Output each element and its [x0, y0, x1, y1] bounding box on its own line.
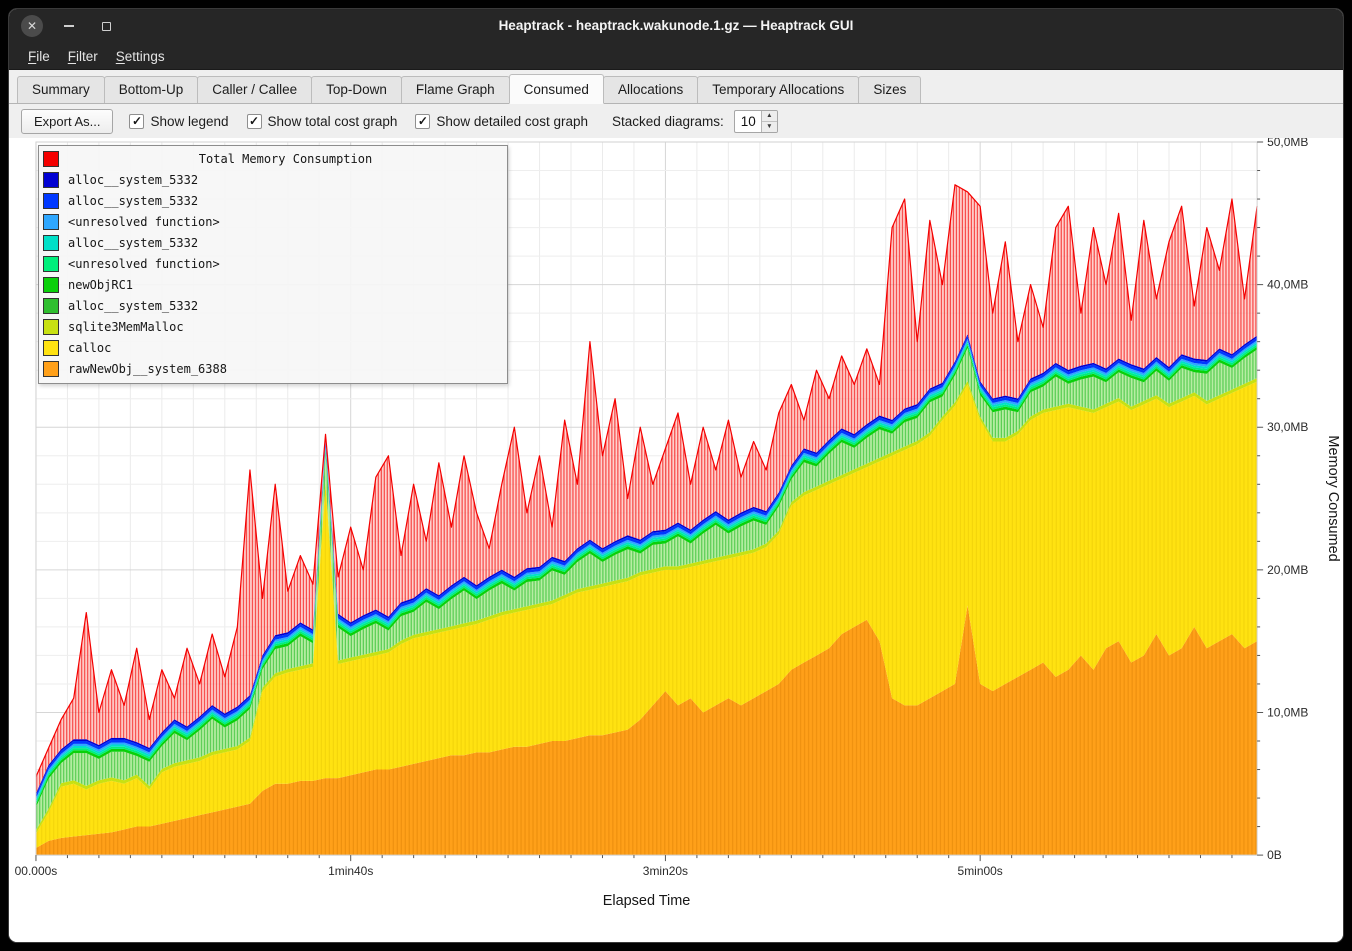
y-tick-label: 10,0MB [1267, 705, 1308, 719]
checkbox-box: ✓ [129, 114, 144, 129]
checkbox-show-detailed-cost-graph[interactable]: ✓ Show detailed cost graph [415, 114, 588, 129]
legend-swatch [43, 319, 59, 335]
menu-filter[interactable]: Filter [59, 46, 107, 67]
y-tick-label: 50,0MB [1267, 138, 1308, 149]
tab-summary[interactable]: Summary [17, 76, 105, 103]
legend-entry: calloc [43, 337, 503, 358]
stacked-diagrams-value: 10 [735, 111, 761, 132]
y-tick-label: 0B [1267, 848, 1282, 862]
x-tick-label: 00.000s [15, 864, 58, 878]
checkbox-box: ✓ [247, 114, 262, 129]
stacked-diagrams-spinbox[interactable]: 10 ▲ ▼ [734, 110, 778, 133]
tab-bar: SummaryBottom-UpCaller / CalleeTop-DownF… [9, 70, 1343, 104]
legend-entry-label: <unresolved function> [68, 215, 503, 229]
spin-up-button[interactable]: ▲ [762, 111, 777, 122]
menu-file[interactable]: File [19, 46, 59, 67]
menu-settings[interactable]: Settings [107, 46, 174, 67]
x-axis-title: Elapsed Time [603, 893, 691, 909]
x-tick-label: 3min20s [643, 864, 688, 878]
legend-entry: <unresolved function> [43, 253, 503, 274]
legend-swatch [43, 298, 59, 314]
checkbox-box: ✓ [415, 114, 430, 129]
chart-area: 00.000s 1min40s 3min20s 5min00s 0B 10,0MB 20,0… [9, 138, 1343, 942]
tab-temporary-allocations[interactable]: Temporary Allocations [697, 76, 859, 103]
legend-entry-label: alloc__system_5332 [68, 236, 503, 250]
chart-legend: Total Memory Consumption alloc__system_53… [38, 145, 508, 384]
legend-entry: sqlite3MemMalloc [43, 316, 503, 337]
legend-swatch [43, 340, 59, 356]
legend-swatch [43, 235, 59, 251]
tab-bottom-up[interactable]: Bottom-Up [104, 76, 199, 103]
legend-entry: alloc__system_5332 [43, 295, 503, 316]
legend-entry: alloc__system_5332 [43, 190, 503, 211]
tab-flame-graph[interactable]: Flame Graph [401, 76, 510, 103]
legend-entry-label: sqlite3MemMalloc [68, 320, 503, 334]
export-as-button[interactable]: Export As... [21, 109, 113, 134]
tab-sizes[interactable]: Sizes [858, 76, 921, 103]
legend-swatch [43, 256, 59, 272]
toolbar-checkboxes: ✓ Show legend ✓ Show total cost graph ✓ Show … [129, 114, 588, 129]
legend-title-row: Total Memory Consumption [43, 148, 503, 169]
checkbox-label: Show detailed cost graph [436, 114, 588, 129]
legend-entry-label: rawNewObj__system_6388 [68, 362, 503, 376]
screen: ✕ Heaptrack - heaptrack.wakunode.1.gz — … [0, 0, 1352, 951]
y-tick-label: 40,0MB [1267, 278, 1308, 292]
legend-entry-label: calloc [68, 341, 503, 355]
tab-top-down[interactable]: Top-Down [311, 76, 402, 103]
legend-entry: alloc__system_5332 [43, 232, 503, 253]
legend-swatch [43, 193, 59, 209]
legend-entry: alloc__system_5332 [43, 169, 503, 190]
legend-entry-label: alloc__system_5332 [68, 173, 503, 187]
spinbox-buttons: ▲ ▼ [761, 111, 777, 132]
tab-allocations[interactable]: Allocations [603, 76, 698, 103]
legend-entry-label: <unresolved function> [68, 257, 503, 271]
legend-swatch [43, 214, 59, 230]
window-title: Heaptrack - heaptrack.wakunode.1.gz — He… [9, 9, 1343, 43]
legend-entry-label: newObjRC1 [68, 278, 503, 292]
checkbox-label: Show legend [150, 114, 228, 129]
y-tick-label: 30,0MB [1267, 420, 1308, 434]
y-tick-label: 20,0MB [1267, 563, 1308, 577]
x-tick-label: 1min40s [328, 864, 373, 878]
legend-swatch [43, 172, 59, 188]
y-axis-title: Memory Consumed [1325, 435, 1341, 561]
heaptrack-window: ✕ Heaptrack - heaptrack.wakunode.1.gz — … [8, 8, 1344, 943]
legend-swatch [43, 277, 59, 293]
legend-title: Total Memory Consumption [68, 152, 503, 166]
legend-entry-label: alloc__system_5332 [68, 194, 503, 208]
spin-down-button[interactable]: ▼ [762, 122, 777, 132]
legend-swatch [43, 151, 59, 167]
stacked-diagrams-label: Stacked diagrams: [612, 114, 724, 129]
x-tick-label: 5min00s [958, 864, 1003, 878]
legend-entry: <unresolved function> [43, 211, 503, 232]
legend-swatch [43, 361, 59, 377]
checkbox-show-total-cost-graph[interactable]: ✓ Show total cost graph [247, 114, 398, 129]
tab-consumed[interactable]: Consumed [509, 74, 604, 104]
checkbox-show-legend[interactable]: ✓ Show legend [129, 114, 228, 129]
toolbar: Export As... ✓ Show legend ✓ Show total cos… [9, 104, 1343, 138]
checkbox-label: Show total cost graph [268, 114, 398, 129]
menubar: FileFilterSettings [9, 43, 1343, 70]
tab-caller-callee[interactable]: Caller / Callee [197, 76, 312, 103]
titlebar[interactable]: ✕ Heaptrack - heaptrack.wakunode.1.gz — … [9, 9, 1343, 43]
legend-entry-label: alloc__system_5332 [68, 299, 503, 313]
legend-entry: rawNewObj__system_6388 [43, 358, 503, 379]
legend-entry: newObjRC1 [43, 274, 503, 295]
